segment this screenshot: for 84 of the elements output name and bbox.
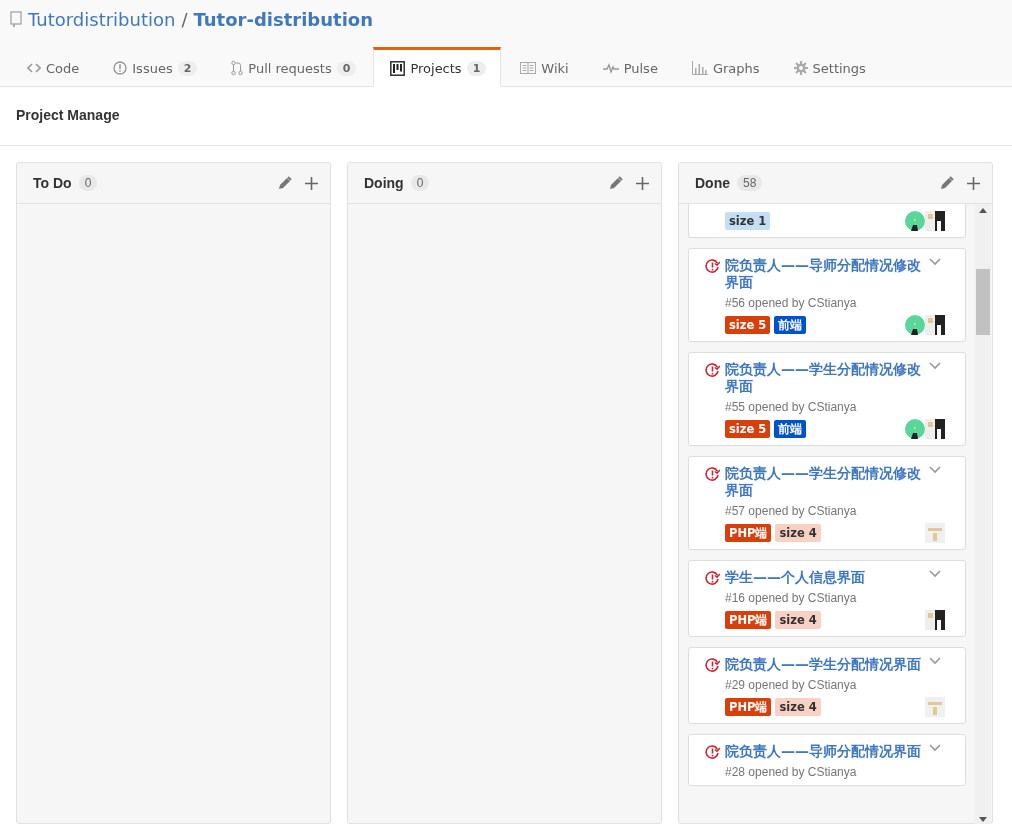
issue-meta: #55 opened by CStianya <box>725 400 858 414</box>
chevron-down-icon[interactable] <box>929 258 941 266</box>
closed-issue-icon <box>705 571 720 586</box>
nav-tab[interactable]: Wiki <box>503 47 584 87</box>
bar-graph-icon <box>691 61 708 75</box>
pencil-icon[interactable] <box>609 176 623 190</box>
closed-issue-icon <box>705 363 720 378</box>
nav-tab[interactable]: Pull requests 0 <box>214 47 372 87</box>
plus-icon[interactable] <box>967 176 980 190</box>
column-title: Doing <box>364 175 404 191</box>
tab-counter: 1 <box>466 60 487 76</box>
chevron-down-icon[interactable] <box>929 744 941 752</box>
nav-tab[interactable]: Settings <box>776 47 881 87</box>
chevron-down-icon[interactable] <box>929 657 941 665</box>
nav-tab[interactable]: Projects 1 <box>373 47 502 87</box>
issue-label[interactable]: size 1 <box>725 212 771 230</box>
avatar <box>925 697 945 717</box>
plus-icon[interactable] <box>305 176 318 190</box>
issue-label[interactable]: 前端 <box>774 420 807 438</box>
issue-label[interactable]: 前端 <box>774 316 807 334</box>
closed-issue-icon <box>705 745 720 760</box>
issue-meta: #56 opened by CStianya <box>725 296 858 310</box>
info-circle-icon <box>113 61 128 75</box>
book-icon <box>520 62 537 74</box>
pencil-icon[interactable] <box>940 176 954 190</box>
issue-label[interactable]: size 5 <box>725 316 771 334</box>
issue-title-link[interactable]: 院负责人——导师分配情况界面 <box>725 743 929 760</box>
issue-label[interactable]: PHP端 <box>725 524 772 542</box>
issue-label[interactable]: size 5 <box>725 420 771 438</box>
avatar <box>905 315 925 335</box>
repo-owner-link[interactable]: Tutordistribution <box>28 8 176 30</box>
column-counter: 0 <box>410 175 430 191</box>
issue-label[interactable]: size 4 <box>775 698 821 716</box>
avatar <box>925 419 945 439</box>
issue-title-link[interactable]: 院负责人——学生分配情况界面 <box>725 656 929 673</box>
closed-issue-icon <box>705 467 720 482</box>
avatar <box>925 211 945 231</box>
issue-meta: #29 opened by CStianya <box>725 678 858 692</box>
closed-issue-icon <box>705 259 720 274</box>
avatar <box>925 610 945 630</box>
avatar <box>905 211 925 231</box>
path-separator: / <box>181 8 188 30</box>
avatar <box>925 523 945 543</box>
closed-issue-icon <box>705 658 720 673</box>
issue-meta: #28 opened by CStianya <box>725 765 858 779</box>
scrollbar[interactable] <box>975 204 991 824</box>
chevron-down-icon[interactable] <box>929 362 941 370</box>
scrollbar-thumb[interactable] <box>976 269 990 335</box>
column-title: To Do <box>33 175 72 191</box>
issue-title-link[interactable]: 院负责人——学生分配情况修改界面 <box>725 361 929 395</box>
scroll-down-icon[interactable] <box>979 817 987 822</box>
column-title: Done <box>695 175 730 191</box>
avatar <box>925 315 945 335</box>
issue-title-link[interactable]: 院负责人——学生分配情况修改界面 <box>725 465 929 499</box>
nav-tab[interactable]: Issues 2 <box>96 47 213 87</box>
pencil-icon[interactable] <box>278 176 292 190</box>
pulse-icon <box>602 62 619 74</box>
issue-label[interactable]: size 4 <box>775 524 821 542</box>
repo-name-link[interactable]: Tutor-distribution <box>193 8 373 30</box>
nav-tab[interactable]: Code <box>10 47 95 87</box>
column-counter: 0 <box>78 175 98 191</box>
chevron-down-icon[interactable] <box>929 570 941 578</box>
issue-label[interactable]: PHP端 <box>725 611 772 629</box>
tab-counter: 0 <box>336 60 357 76</box>
tab-counter: 2 <box>177 60 198 76</box>
avatar <box>905 419 925 439</box>
project-title: Project Manage <box>16 107 120 123</box>
scroll-up-icon[interactable] <box>979 208 987 213</box>
chevron-down-icon[interactable] <box>929 466 941 474</box>
code-icon <box>27 62 41 74</box>
nav-tab[interactable]: Pulse <box>585 47 673 87</box>
issue-meta: #16 opened by CStianya <box>725 591 858 605</box>
issue-label[interactable]: PHP端 <box>725 698 772 716</box>
issue-title-link[interactable]: 院负责人——导师分配情况修改界面 <box>725 257 929 291</box>
nav-tab[interactable]: Graphs <box>674 47 775 87</box>
issue-meta: #57 opened by CStianya <box>725 504 858 518</box>
column-counter: 58 <box>737 175 763 191</box>
pull-request-icon <box>231 60 244 76</box>
plus-icon[interactable] <box>636 176 649 190</box>
issue-title-link[interactable]: 学生——个人信息界面 <box>725 569 929 586</box>
board-icon <box>390 60 406 76</box>
settings-icon <box>793 61 808 75</box>
repo-icon <box>10 11 22 27</box>
issue-label[interactable]: size 4 <box>775 611 821 629</box>
